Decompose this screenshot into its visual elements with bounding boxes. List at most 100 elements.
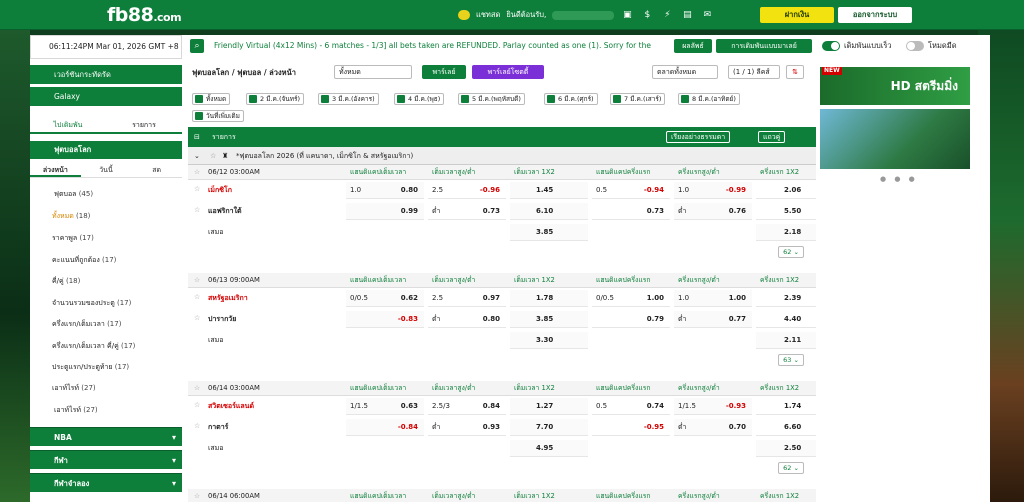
odds-cell[interactable]: ต่ำ 0.93 — [428, 419, 506, 436]
odds-cell[interactable]: ต่ำ 0.70 — [674, 419, 752, 436]
sidebar-world-cup[interactable]: ฟุตบอลโลก — [30, 141, 182, 159]
odds-value[interactable]: 0.73 — [483, 203, 500, 220]
odds-value[interactable]: -0.96 — [480, 182, 500, 199]
dark-mode-toggle[interactable] — [906, 41, 924, 51]
odds-value[interactable]: 1.00 — [729, 290, 746, 307]
logout-button[interactable]: ออกจากระบบ — [838, 7, 912, 23]
sport-nba[interactable]: NBA ▾ — [30, 427, 182, 446]
odds-cell[interactable]: 3.85 — [510, 224, 588, 241]
odds-value[interactable]: 1.78 — [536, 290, 553, 307]
odds-value[interactable]: 3.85 — [536, 311, 553, 328]
cat-outright-sub[interactable]: เอาท์ไรท์ (27) — [30, 379, 182, 397]
odds-value[interactable]: -0.99 — [726, 182, 746, 199]
star-icon[interactable]: ☆ — [210, 147, 216, 165]
hd-streaming-banner[interactable]: NEW HD สตรีมมิ่ง — [820, 67, 970, 105]
odds-cell[interactable]: 2.50 — [756, 440, 816, 457]
chip-mar4[interactable]: 4 มี.ค.(พุธ) — [394, 93, 445, 105]
cat-outright[interactable]: เอาท์ไรท์ (27) — [30, 401, 182, 419]
odds-value[interactable]: 2.50 — [784, 440, 801, 457]
chip-mar8[interactable]: 8 มี.ค.(อาทิตย์) — [678, 93, 740, 105]
cat-first-last-goal[interactable]: ประตูแรก/ประตูท้าย (17) — [30, 358, 182, 376]
chat-icon[interactable] — [458, 10, 470, 20]
odds-value[interactable]: 0.79 — [647, 311, 664, 328]
filter-select[interactable]: ทั้งหมด — [334, 65, 412, 79]
star-icon[interactable]: ☆ — [194, 422, 200, 430]
deposit-button[interactable]: ฝากเงิน — [760, 7, 834, 23]
odds-value[interactable]: 6.10 — [536, 203, 553, 220]
quick-bet-toggle[interactable] — [822, 41, 840, 51]
odds-cell[interactable]: 5.50 — [756, 203, 816, 220]
odds-value[interactable]: 2.06 — [784, 182, 801, 199]
odds-value[interactable]: 0.74 — [647, 398, 664, 415]
odds-cell[interactable]: -0.95 — [592, 419, 670, 436]
sidebar-compact-version[interactable]: เวอร์ชันกระทัดรัด — [30, 65, 182, 84]
star-icon[interactable]: ☆ — [194, 401, 200, 409]
chip-mar5[interactable]: 5 มี.ค.(พฤหัสบดี) — [458, 93, 525, 105]
cat-pool[interactable]: ราคาพูล (17) — [30, 229, 182, 247]
sports-icon[interactable]: ⚡ — [660, 9, 674, 21]
odds-cell[interactable]: ต่ำ 0.73 — [428, 203, 506, 220]
odds-cell[interactable]: 2.18 — [756, 224, 816, 241]
odds-value[interactable]: 0.80 — [483, 311, 500, 328]
cat-ht-ft-odd-even[interactable]: ครึ่งแรก/เต็มเวลา คี่/คู่ (17) — [30, 337, 182, 355]
odds-cell[interactable]: 1.74 — [756, 398, 816, 415]
odds-value[interactable]: 1.27 — [536, 398, 553, 415]
odds-value[interactable]: 0.76 — [729, 203, 746, 220]
chip-mar7[interactable]: 7 มี.ค.(เสาร์) — [610, 93, 666, 105]
odds-cell[interactable]: 0.5 0.74 — [592, 398, 670, 415]
odds-cell[interactable]: 0/0.5 1.00 — [592, 290, 670, 307]
odds-cell[interactable]: 2.06 — [756, 182, 816, 199]
chip-mar2[interactable]: 2 มี.ค.(จันทร์) — [246, 93, 305, 105]
league-row[interactable]: ⌄ ☆ ♜ *ฟุตบอลโลก 2026 (ที่ แคนาดา, เม็กซ… — [188, 147, 816, 165]
odds-cell[interactable]: 4.40 — [756, 311, 816, 328]
odds-value[interactable]: 0.63 — [401, 398, 418, 415]
more-markets-button[interactable]: 63 ⌄ — [778, 354, 804, 366]
sidebar-galaxy[interactable]: Galaxy — [30, 87, 182, 106]
odds-cell[interactable]: 3.30 — [510, 332, 588, 349]
odds-cell[interactable]: ต่ำ 0.80 — [428, 311, 506, 328]
star-icon[interactable]: ☆ — [194, 206, 200, 214]
odds-value[interactable]: 4.40 — [784, 311, 801, 328]
tab-live[interactable]: สด — [131, 162, 182, 177]
odds-cell[interactable]: 6.10 — [510, 203, 588, 220]
cat-all[interactable]: ทั้งหมด (18) — [30, 207, 182, 225]
odds-cell[interactable]: 0/0.5 0.62 — [346, 290, 424, 307]
odds-value[interactable]: -0.83 — [398, 311, 418, 328]
odds-value[interactable]: 3.85 — [536, 224, 553, 241]
odds-cell[interactable]: 2.11 — [756, 332, 816, 349]
odds-value[interactable]: 0.93 — [483, 419, 500, 436]
live-icon[interactable]: ▤ — [680, 9, 694, 21]
odds-cell[interactable]: 0.5 -0.94 — [592, 182, 670, 199]
tab-go-bet[interactable]: ไปเดิมพัน — [30, 116, 106, 132]
promo-image[interactable] — [820, 109, 970, 169]
results-button[interactable]: ผลลัพธ์ — [674, 39, 712, 53]
odds-cell[interactable]: 4.95 — [510, 440, 588, 457]
cat-total-goals[interactable]: จำนวนรวมของประตู (17) — [30, 294, 182, 312]
odds-value[interactable]: 0.77 — [729, 311, 746, 328]
star-icon[interactable]: ☆ — [194, 293, 200, 301]
odds-value[interactable]: 6.60 — [784, 419, 801, 436]
odds-value[interactable]: 0.73 — [647, 203, 664, 220]
odds-value[interactable]: 3.30 — [536, 332, 553, 349]
carousel-dots[interactable]: ● ● ● — [880, 175, 918, 183]
odds-cell[interactable]: 1.0 0.80 — [346, 182, 424, 199]
star-icon[interactable]: ☆ — [194, 489, 200, 502]
odds-type-select[interactable]: การเดิมพันแบบมาเลย์ — [716, 39, 812, 53]
cat-correct-score[interactable]: คะแนนที่ถูกต้อง (17) — [30, 251, 182, 269]
odds-cell[interactable]: 0.73 — [592, 203, 670, 220]
odds-value[interactable]: -0.93 — [726, 398, 746, 415]
odds-cell[interactable]: -0.84 — [346, 419, 424, 436]
star-icon[interactable]: ☆ — [194, 314, 200, 322]
wallet-icon[interactable]: ▣ — [620, 9, 634, 21]
odds-cell[interactable]: 1.0 -0.99 — [674, 182, 752, 199]
odds-value[interactable]: 5.50 — [784, 203, 801, 220]
odds-cell[interactable]: -0.83 — [346, 311, 424, 328]
odds-cell[interactable]: 1.45 — [510, 182, 588, 199]
odds-value[interactable]: 0.80 — [401, 182, 418, 199]
chip-all[interactable]: ทั้งหมด — [192, 93, 231, 105]
odds-cell[interactable]: ต่ำ 0.76 — [674, 203, 752, 220]
odds-value[interactable]: 4.95 — [536, 440, 553, 457]
odds-value[interactable]: 1.00 — [647, 290, 664, 307]
odds-cell[interactable]: 2.39 — [756, 290, 816, 307]
league-page-select[interactable]: (1 / 1) ลีคส์ — [728, 65, 780, 79]
